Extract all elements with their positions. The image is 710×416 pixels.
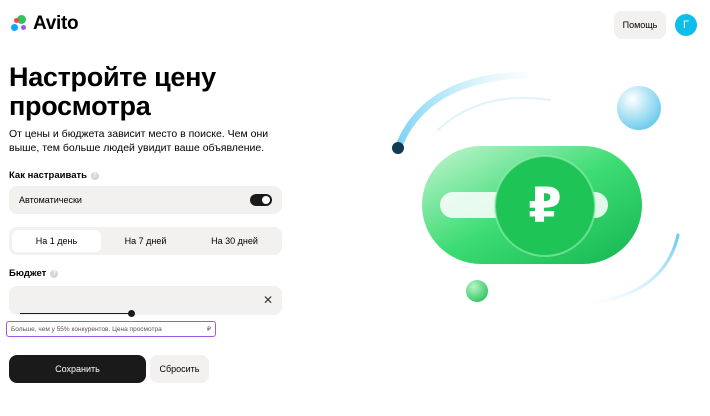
period-1-day[interactable]: На 1 день xyxy=(12,230,101,252)
page-description: От цены и бюджета зависит место в поиске… xyxy=(9,128,269,154)
period-30-days[interactable]: На 30 дней xyxy=(190,230,279,252)
budget-text: Бюджет xyxy=(9,268,47,279)
green-ball xyxy=(466,280,488,302)
top-left-arc xyxy=(394,71,529,152)
how-to-configure-text: Как настраивать xyxy=(9,170,87,181)
blue-sphere xyxy=(617,86,661,130)
help-button[interactable]: Помощь xyxy=(614,11,666,39)
budget-slider-track[interactable] xyxy=(20,313,133,314)
logo-text: Avito xyxy=(33,13,79,34)
budget-input[interactable]: ✕ xyxy=(9,286,282,317)
save-button[interactable]: Сохранить xyxy=(9,355,146,383)
clear-icon[interactable]: ✕ xyxy=(263,293,273,307)
ruble-symbol: ₽ xyxy=(528,178,561,234)
how-to-configure-label: Как настраивать ? xyxy=(9,170,99,181)
budget-label: Бюджет ? xyxy=(9,268,59,279)
budget-hint: Больше, чем у 55% конкурентов. Цена прос… xyxy=(6,321,216,337)
avito-logo[interactable]: Avito xyxy=(10,13,79,35)
thin-arc xyxy=(437,97,551,131)
auto-setting-row[interactable]: Автоматически xyxy=(9,186,282,214)
auto-label: Автоматически xyxy=(19,195,82,205)
logo-dots-icon xyxy=(10,14,30,34)
hint-text: Больше, чем у 55% конкурентов. Цена прос… xyxy=(11,325,162,333)
question-icon[interactable]: ? xyxy=(90,171,99,180)
coin-illustration: ₽ xyxy=(392,71,680,304)
period-7-days[interactable]: На 7 дней xyxy=(101,230,190,252)
budget-slider-handle[interactable] xyxy=(128,310,135,317)
question-icon[interactable]: ? xyxy=(50,269,59,278)
hint-currency: ₽ xyxy=(206,326,211,333)
page-title: Настройте цену просмотра xyxy=(9,62,216,121)
period-selector: На 1 день На 7 дней На 30 дней xyxy=(9,227,282,255)
reset-button[interactable]: Сбросить xyxy=(150,355,209,383)
avatar[interactable]: Г xyxy=(675,14,697,36)
toggle-knob xyxy=(262,196,270,204)
auto-toggle[interactable] xyxy=(250,194,272,206)
arc-end-dot xyxy=(392,142,404,154)
